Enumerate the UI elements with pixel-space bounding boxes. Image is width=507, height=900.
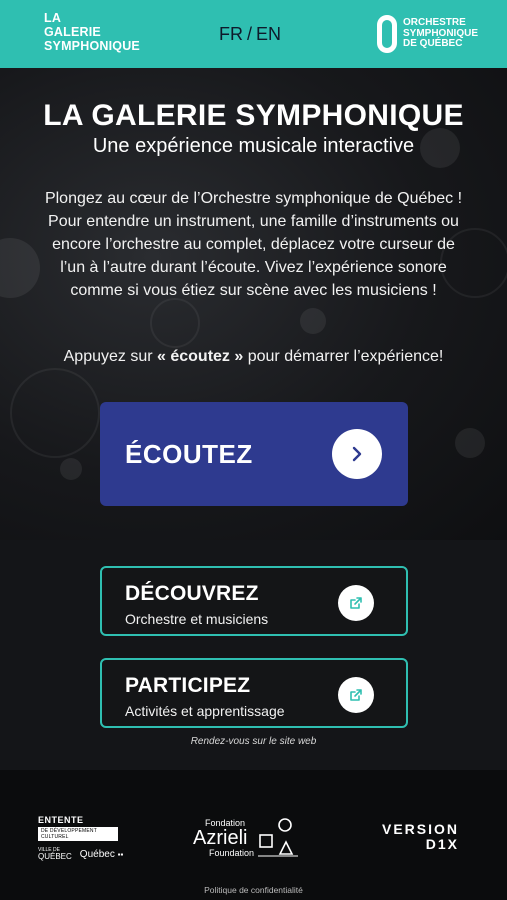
page-subtitle: Une expérience musicale interactive — [92, 135, 415, 157]
version-word: VERSION — [382, 821, 460, 837]
partner-logos: VILLE DE QUÉBEC Québec ▪▪ — [38, 847, 123, 861]
external-link-icon — [338, 585, 374, 621]
chevron-right-icon — [332, 429, 382, 479]
card-subtitle: Activités et apprentissage — [125, 703, 285, 719]
azrieli-wordmark: Fondation Azrieli Foundation — [193, 818, 254, 858]
website-note: Rendez-vous sur le site web — [190, 736, 317, 747]
galerie-logo[interactable]: LA GALERIE SYMPHONIQUE — [44, 11, 140, 53]
azrieli-logo[interactable]: Fondation Azrieli Foundation — [193, 818, 299, 858]
osq-mark-icon — [377, 15, 397, 53]
azrieli-bottom: Foundation — [209, 848, 255, 858]
orchestra-background-shape — [60, 458, 82, 480]
orchestra-background-shape — [150, 298, 200, 348]
card-title: PARTICIPEZ — [125, 674, 251, 697]
lang-fr-link[interactable]: FR — [219, 24, 243, 44]
discover-card-button[interactable]: DÉCOUVREZ Orchestre et musiciens — [100, 566, 408, 636]
site-footer: ENTENTE DE DÉVELOPPEMENT CULTUREL VILLE … — [0, 770, 507, 900]
instruction-keyword: « écoutez » — [157, 348, 244, 365]
entente-band: DE DÉVELOPPEMENT CULTUREL — [38, 827, 118, 841]
orchestra-background-shape — [300, 308, 326, 334]
brand-line: LA — [44, 11, 62, 25]
osq-logo-text: ORCHESTRE SYMPHONIQUE DE QUÉBEC — [403, 18, 478, 50]
intro-paragraph: Plongez au cœur de l’Orchestre symphoniq… — [44, 190, 463, 299]
entente-title: ENTENTE — [38, 815, 84, 825]
instruction-prefix: Appuyez sur — [63, 348, 158, 365]
privacy-policy-link[interactable]: Politique de confidentialité — [0, 885, 507, 895]
external-link-icon — [338, 677, 374, 713]
card-subtitle: Orchestre et musiciens — [125, 611, 269, 627]
quebec-government-logo: Québec ▪▪ — [80, 849, 123, 860]
osq-line: DE QUÉBEC — [403, 38, 463, 50]
orchestra-background-shape — [455, 428, 485, 458]
links-section: DÉCOUVREZ Orchestre et musiciens PARTICI… — [0, 540, 507, 770]
lang-separator: / — [247, 24, 253, 44]
osq-logo[interactable]: ORCHESTRE SYMPHONIQUE DE QUÉBEC — [377, 15, 478, 53]
ville-quebec-logo: VILLE DE QUÉBEC — [38, 847, 72, 861]
fleur-de-lys-icon: ▪▪ — [117, 849, 124, 859]
participate-card-button[interactable]: PARTICIPEZ Activités et apprentissage — [100, 658, 408, 728]
listen-button-label: ÉCOUTEZ — [125, 439, 253, 469]
instruction-suffix: pour démarrer l’expérience! — [243, 348, 444, 365]
version-dix-logo[interactable]: VERSION D1X — [382, 822, 459, 852]
start-instructions: Appuyez sur « écoutez » pour démarrer l’… — [0, 348, 507, 366]
orchestra-background-shape — [10, 368, 100, 458]
quebec-wordmark: Québec — [79, 848, 115, 860]
brand-line: SYMPHONIQUE — [44, 39, 140, 53]
page-title: LA GALERIE SYMPHONIQUE — [43, 99, 464, 132]
entente-logo[interactable]: ENTENTE DE DÉVELOPPEMENT CULTUREL VILLE … — [38, 815, 123, 861]
ville-line: QUÉBEC — [38, 852, 72, 861]
language-switcher: FR / EN — [219, 24, 281, 45]
brand-line: GALERIE — [44, 25, 101, 39]
listen-button[interactable]: ÉCOUTEZ — [100, 402, 408, 506]
dix-word: D1X — [425, 836, 460, 852]
card-title: DÉCOUVREZ — [125, 582, 259, 605]
site-header: LA GALERIE SYMPHONIQUE FR / EN ORCHESTRE S… — [0, 0, 507, 68]
azrieli-shapes-icon — [258, 818, 299, 857]
hero-section: LA GALERIE SYMPHONIQUE Une expérience mu… — [0, 68, 507, 540]
azrieli-name: Azrieli — [193, 827, 248, 849]
lang-en-link[interactable]: EN — [256, 24, 281, 44]
orchestra-background-shape — [0, 238, 40, 298]
